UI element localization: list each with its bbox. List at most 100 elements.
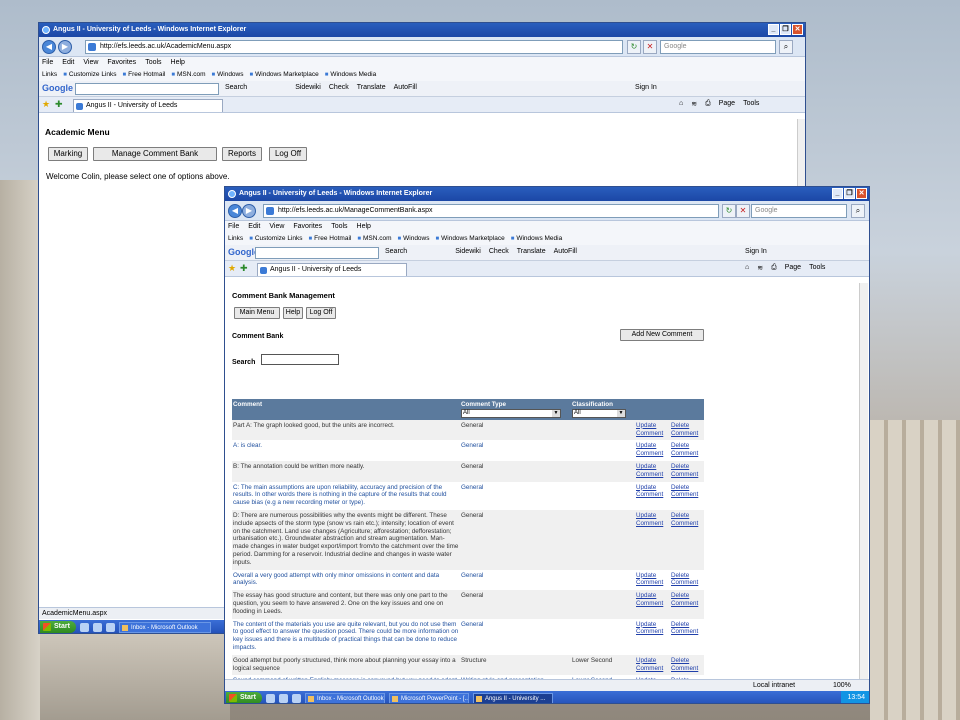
stop-icon[interactable]: ✕: [643, 40, 657, 54]
help-button[interactable]: Help: [283, 307, 303, 319]
quicklaunch-outlook-icon[interactable]: [278, 693, 288, 703]
link-hotmail[interactable]: Free Hotmail: [309, 233, 351, 245]
google-autofill[interactable]: AutoFill: [554, 248, 577, 255]
forward-arrow-icon[interactable]: ▶: [58, 40, 72, 54]
comment-search-input[interactable]: [261, 354, 339, 365]
google-sidewiki[interactable]: Sidewiki: [295, 84, 321, 91]
quicklaunch-ie-icon[interactable]: [265, 693, 275, 703]
menu-favorites[interactable]: Favorites: [293, 221, 322, 233]
link-msn[interactable]: MSN.com: [357, 233, 392, 245]
update-comment-link[interactable]: Update Comment: [636, 657, 669, 673]
front-address-bar[interactable]: http://efs.leeds.ac.uk/ManageCommentBank…: [263, 204, 719, 218]
favorites-star-icon[interactable]: ★: [42, 99, 50, 110]
back-arrow-icon[interactable]: ◀: [42, 40, 56, 54]
stop-icon[interactable]: ✕: [736, 204, 750, 218]
search-icon[interactable]: ⌕: [779, 40, 793, 54]
menu-file[interactable]: File: [228, 221, 239, 233]
page-menu[interactable]: Page: [719, 100, 735, 108]
search-icon[interactable]: ⌕: [851, 204, 865, 218]
home-icon[interactable]: ⌂: [745, 264, 749, 272]
menu-view[interactable]: View: [269, 221, 284, 233]
manage-comment-bank-button[interactable]: Manage Comment Bank: [93, 147, 217, 161]
marking-button[interactable]: Marking: [48, 147, 88, 161]
menu-help[interactable]: Help: [171, 57, 185, 69]
quicklaunch-outlook-icon[interactable]: [92, 622, 102, 632]
delete-comment-link[interactable]: Delete Comment: [671, 621, 703, 637]
close-button[interactable]: ✕: [792, 24, 803, 35]
menu-help[interactable]: Help: [357, 221, 371, 233]
task-outlook[interactable]: Inbox - Microsoft Outlook: [118, 621, 211, 633]
task-outlook[interactable]: Inbox - Microsoft Outlook: [304, 692, 385, 703]
update-comment-link[interactable]: Update Comment: [636, 484, 669, 500]
google-translate[interactable]: Translate: [517, 248, 546, 255]
google-autofill[interactable]: AutoFill: [394, 84, 417, 91]
minimize-button[interactable]: _: [832, 188, 843, 199]
main-menu-button[interactable]: Main Menu: [234, 307, 280, 319]
menu-tools[interactable]: Tools: [331, 221, 347, 233]
maximize-button[interactable]: ❐: [844, 188, 855, 199]
page-menu[interactable]: Page: [785, 264, 801, 272]
update-comment-link[interactable]: Update Comment: [636, 422, 669, 438]
logoff-button[interactable]: Log Off: [306, 307, 336, 319]
delete-comment-link[interactable]: Delete Comment: [671, 484, 703, 500]
quicklaunch-media-icon[interactable]: [291, 693, 301, 703]
menu-edit[interactable]: Edit: [62, 57, 74, 69]
update-comment-link[interactable]: Update Comment: [636, 572, 669, 588]
link-media[interactable]: Windows Media: [325, 69, 376, 81]
zoom-level[interactable]: 100%: [833, 680, 851, 691]
print-icon[interactable]: ⎙: [705, 100, 711, 108]
update-comment-link[interactable]: Update Comment: [636, 512, 669, 528]
reports-button[interactable]: Reports: [222, 147, 262, 161]
link-hotmail[interactable]: Free Hotmail: [123, 69, 165, 81]
feeds-icon[interactable]: ≋: [691, 100, 697, 108]
quicklaunch-ie-icon[interactable]: [79, 622, 89, 632]
minimize-button[interactable]: _: [768, 24, 779, 35]
home-icon[interactable]: ⌂: [679, 100, 683, 108]
refresh-icon[interactable]: ↻: [722, 204, 736, 218]
delete-comment-link[interactable]: Delete Comment: [671, 422, 703, 438]
menu-file[interactable]: File: [42, 57, 53, 69]
front-scrollbar[interactable]: [859, 283, 868, 679]
update-comment-link[interactable]: Update Comment: [636, 442, 669, 458]
start-button[interactable]: Start: [226, 692, 262, 703]
delete-comment-link[interactable]: Delete Comment: [671, 512, 703, 528]
google-check[interactable]: Check: [329, 84, 349, 91]
google-signin[interactable]: Sign In: [635, 84, 657, 91]
link-customize[interactable]: Customize Links: [249, 233, 303, 245]
close-button[interactable]: ✕: [856, 188, 867, 199]
classification-filter[interactable]: All: [572, 408, 626, 418]
front-search-input[interactable]: Google: [751, 204, 847, 218]
menu-tools[interactable]: Tools: [145, 57, 161, 69]
link-windows[interactable]: Windows: [398, 233, 429, 245]
update-comment-link[interactable]: Update Comment: [636, 621, 669, 637]
back-address-bar[interactable]: http://efs.leeds.ac.uk/AcademicMenu.aspx: [85, 40, 623, 54]
back-tab[interactable]: Angus II - University of Leeds: [73, 99, 223, 112]
menu-edit[interactable]: Edit: [248, 221, 260, 233]
google-search-box[interactable]: [75, 83, 219, 95]
add-favorite-icon[interactable]: ✚: [240, 263, 248, 274]
tools-menu[interactable]: Tools: [743, 100, 759, 108]
start-button[interactable]: Start: [40, 621, 76, 633]
google-signin[interactable]: Sign In: [745, 248, 767, 255]
feeds-icon[interactable]: ≋: [757, 264, 763, 272]
delete-comment-link[interactable]: Delete Comment: [671, 442, 703, 458]
forward-arrow-icon[interactable]: ▶: [242, 204, 256, 218]
menu-favorites[interactable]: Favorites: [107, 57, 136, 69]
link-msn[interactable]: MSN.com: [171, 69, 206, 81]
google-search[interactable]: Search: [385, 248, 407, 255]
delete-comment-link[interactable]: Delete Comment: [671, 657, 703, 673]
print-icon[interactable]: ⎙: [771, 264, 777, 272]
refresh-icon[interactable]: ↻: [627, 40, 641, 54]
back-arrow-icon[interactable]: ◀: [228, 204, 242, 218]
google-search[interactable]: Search: [225, 84, 247, 91]
add-new-comment-button[interactable]: Add New Comment: [620, 329, 704, 341]
quicklaunch-media-icon[interactable]: [105, 622, 115, 632]
google-check[interactable]: Check: [489, 248, 509, 255]
link-marketplace[interactable]: Windows Marketplace: [250, 69, 319, 81]
link-windows[interactable]: Windows: [212, 69, 243, 81]
delete-comment-link[interactable]: Delete Comment: [671, 592, 703, 608]
front-tab[interactable]: Angus II - University of Leeds: [257, 263, 407, 276]
link-media[interactable]: Windows Media: [511, 233, 562, 245]
menu-view[interactable]: View: [83, 57, 98, 69]
add-favorite-icon[interactable]: ✚: [55, 99, 63, 110]
